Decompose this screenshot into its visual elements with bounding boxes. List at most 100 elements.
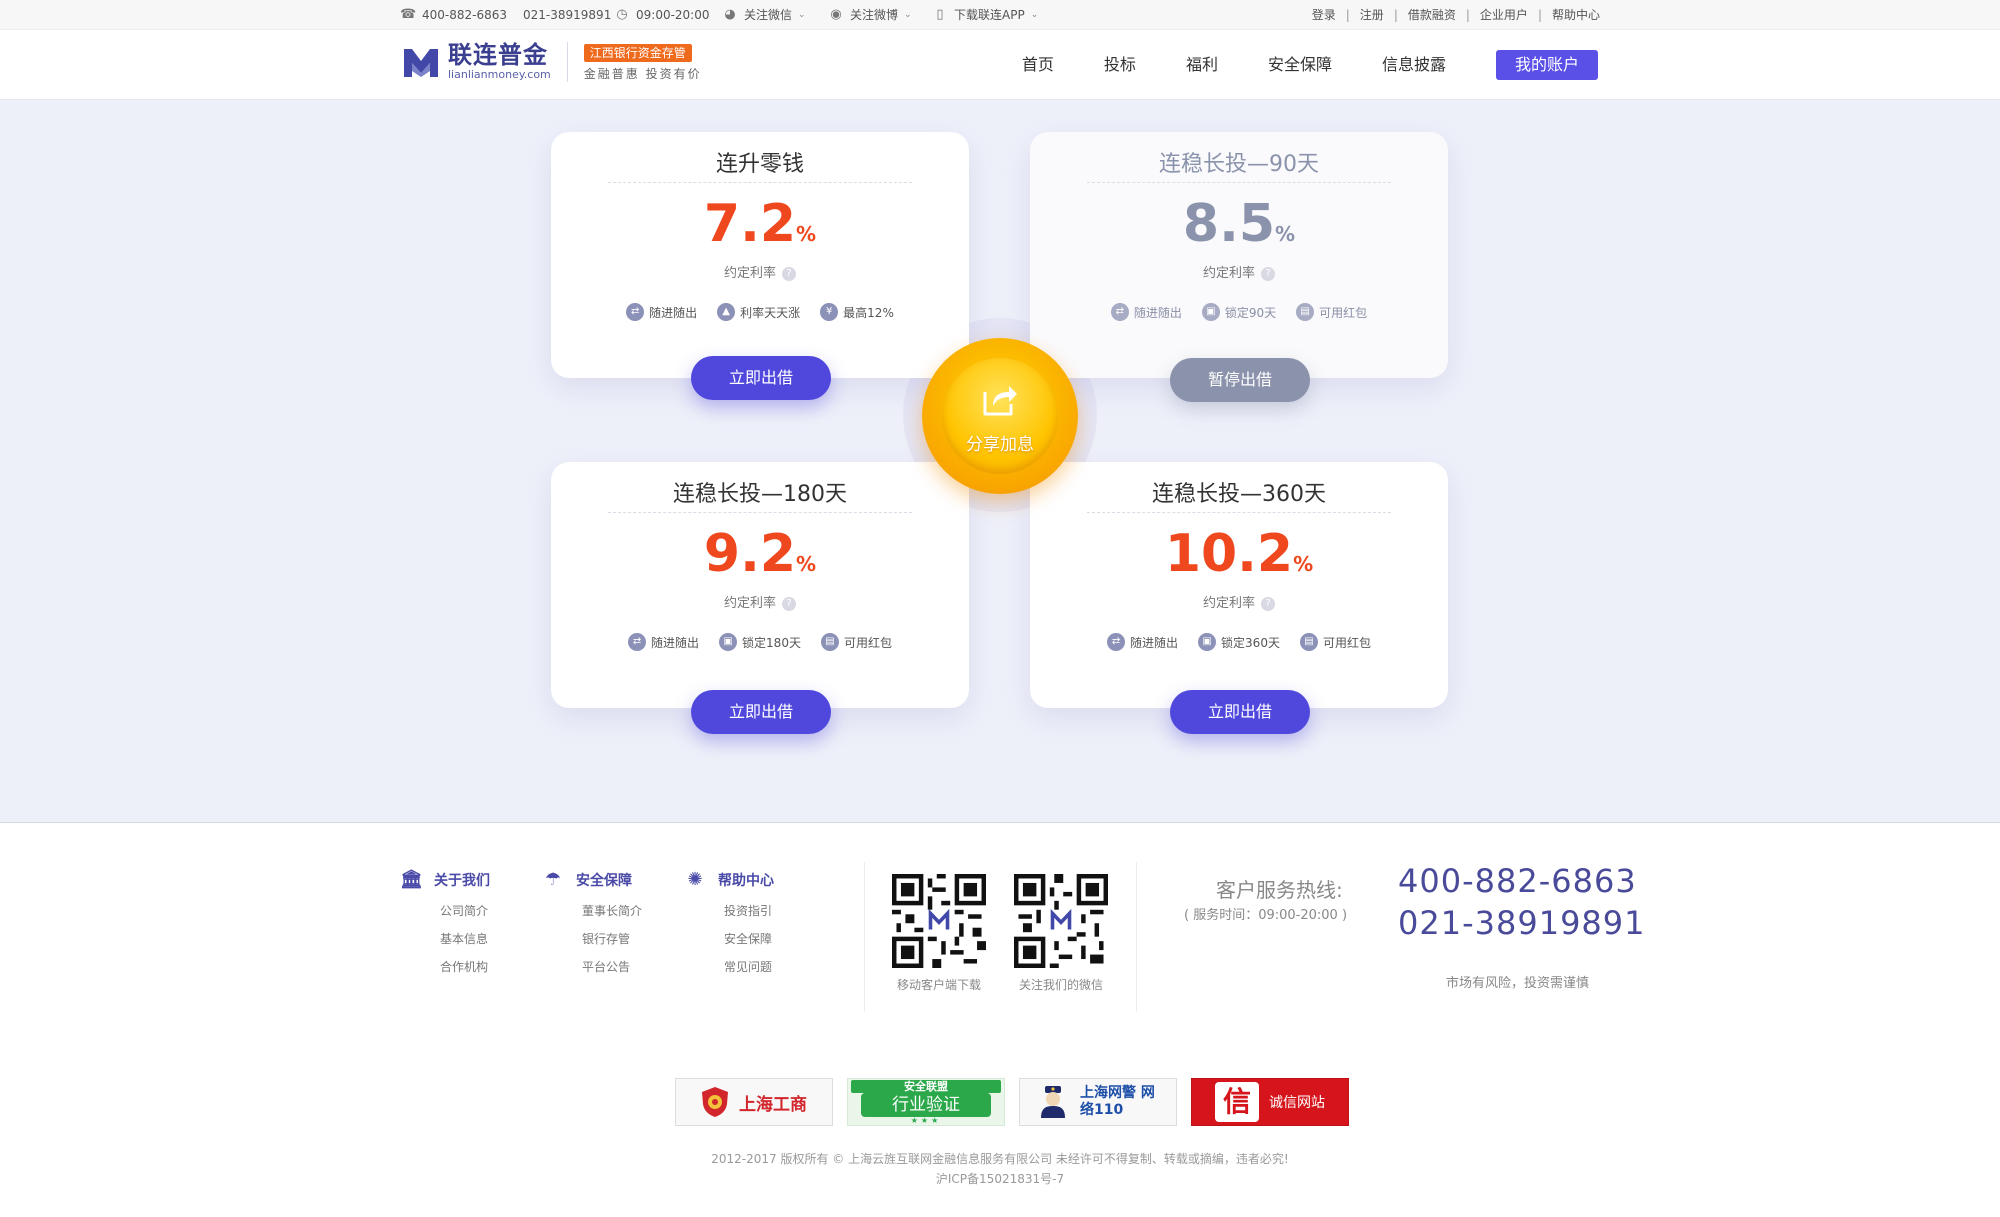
lending-paused-button[interactable]: 暂停出借: [1170, 358, 1310, 402]
footer-link[interactable]: 安全保障: [684, 932, 794, 946]
qr-caption: 移动客户端下载: [896, 978, 981, 992]
login-link[interactable]: 登录: [1312, 0, 1336, 30]
lend-now-button[interactable]: 立即出借: [691, 690, 831, 734]
header: 联连普金 lianlianmoney.com 江西银行资金存管 金融普惠 投资有…: [0, 30, 2000, 100]
loan-link[interactable]: 借款融资: [1408, 0, 1456, 30]
footer-col-help: ✺ 帮助中心 投资指引 安全保障 常见问题: [684, 869, 794, 975]
feature-list: ⇄ 随进随出 ▣ 锁定360天 ▤ 可用红包: [1030, 633, 1448, 651]
chevron-down-icon: ⌄: [904, 10, 912, 20]
chevron-down-icon: ⌄: [798, 10, 806, 20]
feature-item: ▣ 锁定360天: [1198, 633, 1280, 651]
feature-item: ¥ 最高12%: [820, 303, 894, 321]
phone-icon: ☎: [400, 7, 417, 22]
weibo-dropdown[interactable]: ◉ 关注微博 ⌄: [828, 0, 912, 30]
badge-shanghai-aic[interactable]: 上海工商: [675, 1078, 833, 1126]
feature-list: ⇄ 随进随出 ▲ 利率天天涨 ¥ 最高12%: [551, 303, 969, 321]
share-bonus-button[interactable]: 分享加息: [922, 338, 1078, 494]
badge-credit-website[interactable]: 信 诚信网站: [1191, 1078, 1349, 1126]
phone-1: 400-882-6863: [422, 8, 508, 22]
app-qr-code: [892, 874, 986, 968]
wechat-qr-code: [1014, 874, 1108, 968]
footer-link[interactable]: 基本信息: [400, 932, 510, 946]
help-link[interactable]: 帮助中心: [1552, 0, 1600, 30]
nav-home[interactable]: 首页: [1022, 50, 1054, 80]
footer-col-security: ☂ 安全保障 董事长简介 银行存管 平台公告: [542, 869, 652, 975]
phone-2: 021-38919891: [523, 8, 612, 22]
my-account-button[interactable]: 我的账户: [1495, 50, 1598, 80]
product-title: 连稳长投—180天: [673, 482, 847, 507]
feature-item: ⇄ 随进随出: [1107, 633, 1178, 651]
feature-list: ⇄ 随进随出 ▣ 锁定180天 ▤ 可用红包: [551, 633, 969, 651]
product-rate: 9.2%: [703, 524, 817, 584]
badge-industry-verified[interactable]: 安全联盟 行业验证 ★★★: [847, 1078, 1005, 1126]
exchange-icon: ⇄: [1107, 633, 1126, 651]
footer-link[interactable]: 投资指引: [684, 904, 794, 918]
badge-shanghai-police[interactable]: 上海网警 网络110: [1019, 1078, 1177, 1126]
icp-number[interactable]: 沪ICP备15021831号-7: [0, 1170, 2000, 1187]
footer-link[interactable]: 平台公告: [542, 960, 652, 974]
app-download-dropdown[interactable]: ▯ 下载联连APP ⌄: [932, 0, 1038, 30]
feature-item: ▤ 可用红包: [1299, 633, 1371, 651]
nav-disclosure[interactable]: 信息披露: [1382, 50, 1446, 80]
footer-link[interactable]: 董事长简介: [542, 904, 652, 918]
lightbulb-icon: ✺: [687, 869, 703, 890]
product-rate: 10.2%: [1164, 524, 1314, 584]
feature-item: ⇄ 随进随出: [628, 633, 699, 651]
footer-link[interactable]: 公司简介: [400, 904, 510, 918]
feature-item: ▣ 锁定180天: [719, 633, 801, 651]
rate-label: 约定利率?: [551, 592, 969, 611]
lend-now-button[interactable]: 立即出借: [1170, 690, 1310, 734]
feature-item: ▤ 可用红包: [820, 633, 892, 651]
red-packet-icon: ▤: [1299, 633, 1318, 651]
footer-link[interactable]: 合作机构: [400, 960, 510, 974]
footer-link[interactable]: 常见问题: [684, 960, 794, 974]
feature-item: ▤ 可用红包: [1296, 303, 1367, 321]
rate-label: 约定利率?: [1030, 262, 1448, 281]
exchange-icon: ⇄: [1110, 303, 1129, 321]
register-link[interactable]: 注册: [1360, 0, 1384, 30]
product-area: 连升零钱 7.2% 约定利率? ⇄ 随进随出 ▲ 利率天天涨 ¥ 最高12% 立即出借…: [0, 100, 2000, 823]
footer: 🏛 关于我们 公司简介 基本信息 合作机构 ☂ 安全保障 董事长简介 银行存管 平台…: [0, 824, 2000, 1217]
help-icon[interactable]: ?: [782, 596, 796, 611]
badge-main-label: 行业验证: [861, 1093, 991, 1117]
logo-domain: lianlianmoney.com: [448, 68, 551, 81]
rate-label: 约定利率?: [551, 262, 969, 281]
logo[interactable]: 联连普金 lianlianmoney.com 江西银行资金存管 金融普惠 投资有…: [402, 42, 702, 82]
rate-label: 约定利率?: [1030, 592, 1448, 611]
wechat-icon: ◕: [724, 7, 736, 22]
product-rate: 7.2%: [703, 194, 817, 254]
credit-icon: 信: [1215, 1082, 1259, 1122]
wechat-dropdown[interactable]: ◕ 关注微信 ⌄: [722, 0, 806, 30]
feature-list: ⇄ 随进随出 ▣ 锁定90天 ▤ 可用红包: [1030, 303, 1448, 321]
feature-item: ▲ 利率天天涨: [717, 303, 800, 321]
lock-icon: ▣: [1201, 303, 1220, 321]
wechat-label: 关注微信: [744, 8, 793, 22]
lock-icon: ▣: [1198, 633, 1217, 651]
feature-item: ▣ 锁定90天: [1201, 303, 1276, 321]
help-icon[interactable]: ?: [1261, 266, 1275, 281]
help-icon[interactable]: ?: [782, 266, 796, 281]
product-title: 连稳长投—360天: [1152, 482, 1326, 507]
footer-link[interactable]: 银行存管: [542, 932, 652, 946]
phone-info: ☎ 400-882-6863 021-38919891: [400, 0, 611, 30]
lend-now-button[interactable]: 立即出借: [691, 356, 831, 400]
app-label: 下载联连APP: [954, 8, 1025, 22]
chart-up-icon: ▲: [717, 303, 736, 321]
share-bonus-label: 分享加息: [966, 435, 1034, 455]
lock-icon: ▣: [719, 633, 738, 651]
nav-security[interactable]: 安全保障: [1268, 50, 1332, 80]
nav-invest[interactable]: 投标: [1104, 50, 1136, 80]
mobile-icon: ▯: [936, 7, 944, 22]
enterprise-link[interactable]: 企业用户: [1480, 0, 1528, 30]
nav-benefits[interactable]: 福利: [1186, 50, 1218, 80]
product-rate: 8.5%: [1182, 194, 1296, 254]
umbrella-icon: ☂: [544, 869, 562, 890]
shield-icon: [702, 1087, 728, 1117]
help-icon[interactable]: ?: [1261, 596, 1275, 611]
qr-caption: 关注我们的微信: [1018, 978, 1103, 992]
product-title: 连稳长投—90天: [1159, 152, 1319, 177]
hotline-number-2: 021-38919891: [1398, 904, 1646, 942]
yen-icon: ¥: [820, 303, 839, 321]
weibo-label: 关注微博: [850, 8, 899, 22]
police-icon: [1041, 1086, 1065, 1118]
